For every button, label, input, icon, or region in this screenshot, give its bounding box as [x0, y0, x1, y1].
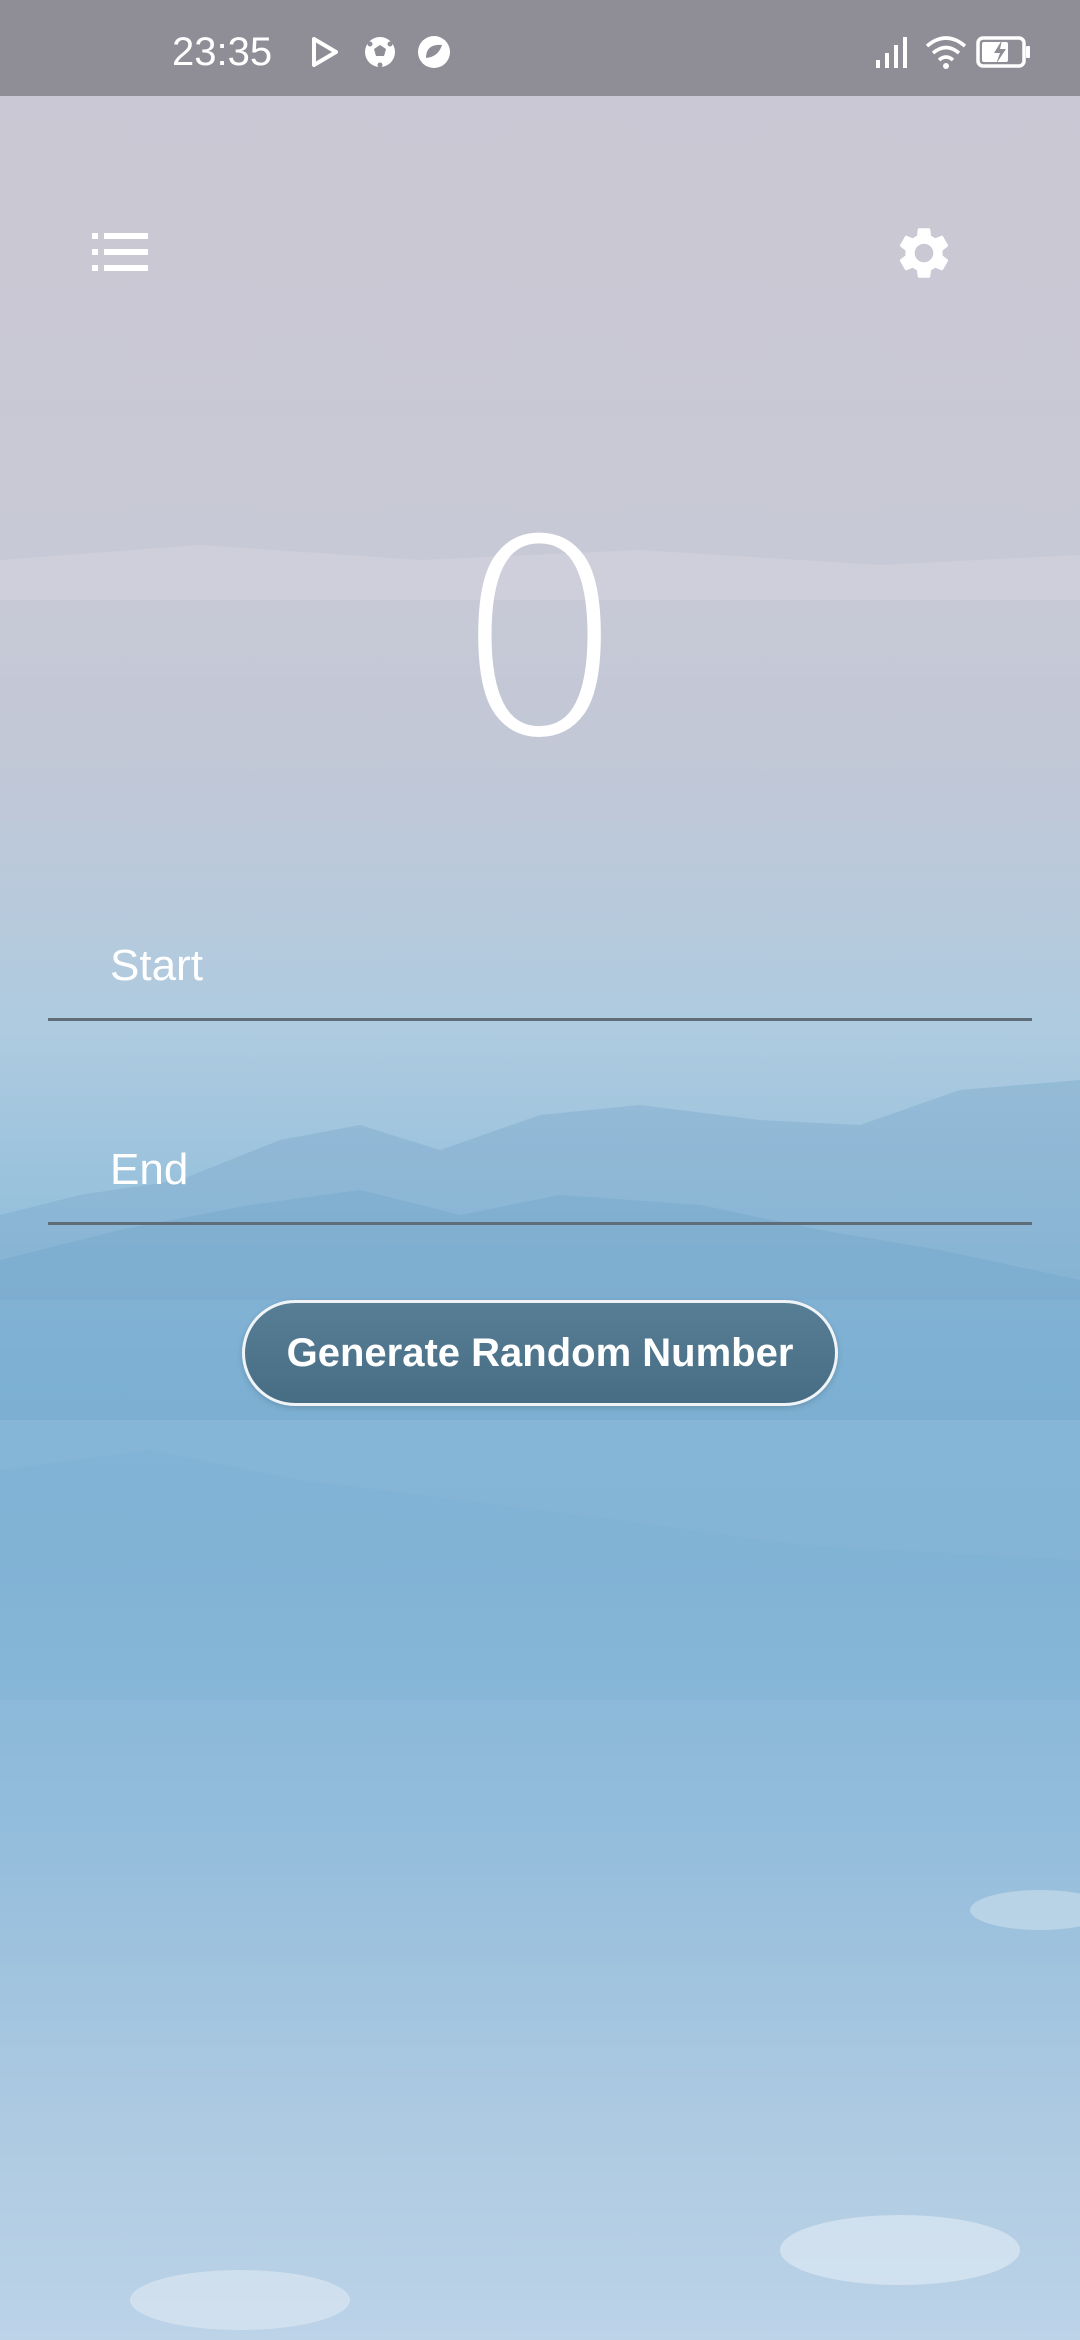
generate-random-number-button[interactable]: Generate Random Number	[242, 1300, 838, 1406]
signal-icon	[876, 37, 907, 68]
soccer-ball-icon	[365, 37, 395, 68]
generate-button-label: Generate Random Number	[286, 1330, 794, 1375]
chat-bubble-icon	[418, 36, 450, 68]
start-field[interactable]	[48, 912, 1032, 1021]
end-input[interactable]	[108, 1134, 992, 1206]
end-field[interactable]	[48, 1116, 1032, 1225]
status-time: 23:35	[172, 30, 273, 74]
battery-charging-icon	[976, 36, 1030, 68]
gear-icon[interactable]	[893, 222, 955, 284]
random-number-display: 0	[454, 482, 626, 797]
list-icon[interactable]	[90, 230, 150, 274]
play-icon	[312, 37, 338, 67]
start-input[interactable]	[108, 930, 992, 1002]
status-bar: 23:35	[0, 0, 1080, 96]
wifi-icon	[925, 36, 967, 69]
